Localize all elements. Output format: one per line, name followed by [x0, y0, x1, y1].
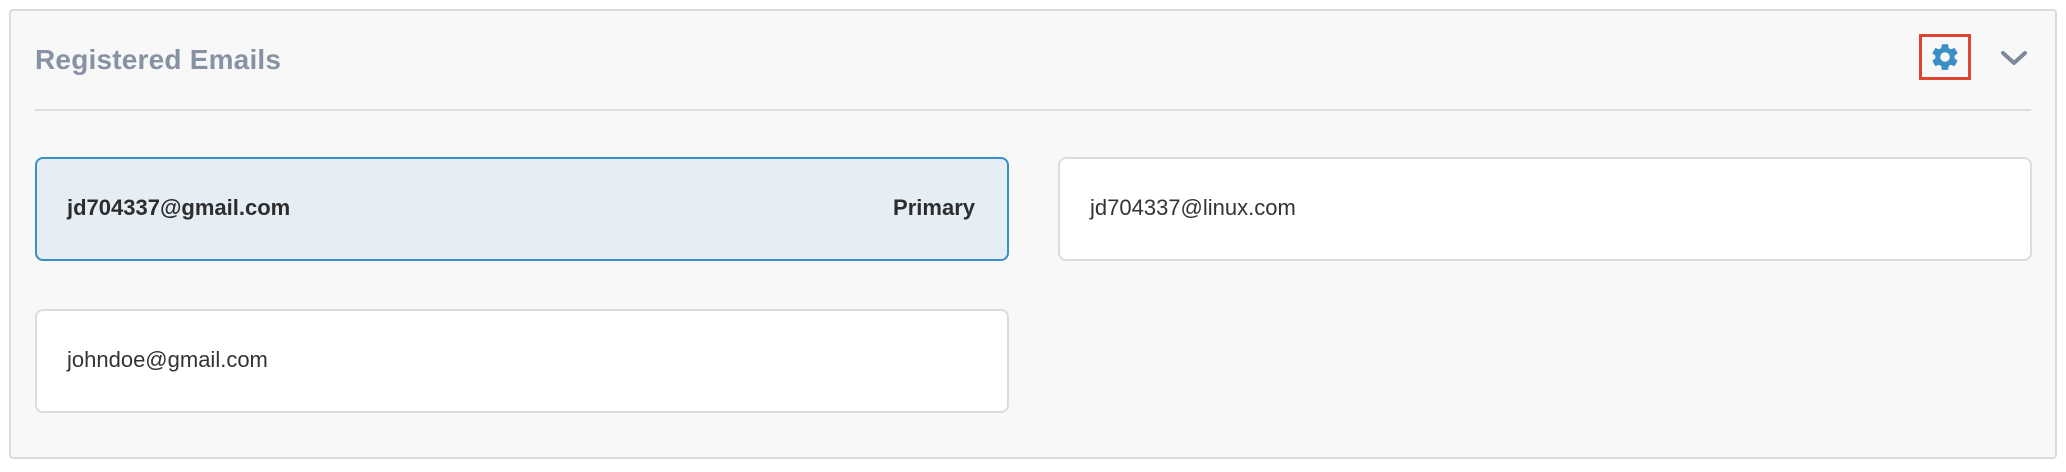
panel-title: Registered Emails	[35, 44, 282, 75]
primary-badge: Primary	[893, 195, 975, 220]
collapse-button[interactable]	[1997, 41, 2031, 75]
settings-button[interactable]	[1919, 34, 1971, 80]
email-card-primary[interactable]: jd704337@gmail.com Primary	[35, 157, 1009, 261]
email-address: johndoe@gmail.com	[67, 347, 268, 372]
email-address: jd704337@linux.com	[1090, 195, 1296, 220]
gear-icon	[1932, 44, 1958, 70]
email-card[interactable]: jd704337@linux.com	[1058, 157, 2032, 261]
panel-header: Registered Emails	[35, 11, 2031, 111]
chevron-down-icon	[2001, 51, 2027, 65]
email-card[interactable]: johndoe@gmail.com	[35, 309, 1009, 413]
email-address: jd704337@gmail.com	[67, 195, 291, 220]
registered-emails-panel: Registered Emails jd704337@gmail.com Pri…	[9, 9, 2057, 459]
